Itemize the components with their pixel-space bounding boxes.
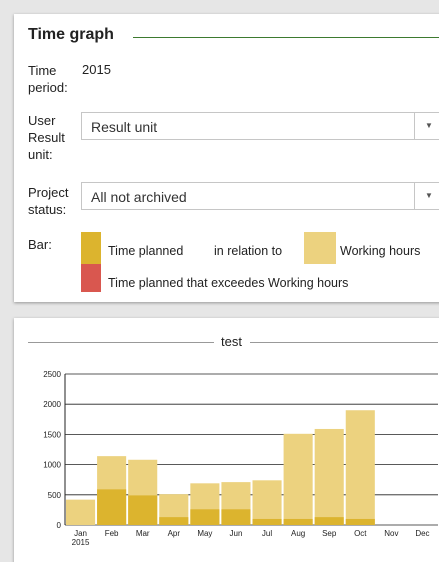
section-title-rule xyxy=(133,37,439,38)
planned-bar xyxy=(190,509,220,525)
working-hours-bar xyxy=(314,428,344,525)
caret-down-icon: ▼ xyxy=(425,191,433,200)
legend-exceeds: Time planned that exceedes Working hours xyxy=(108,276,349,290)
x-tick-label: Jan xyxy=(74,529,87,538)
y-tick-label: 1500 xyxy=(43,430,61,439)
y-tick-label: 500 xyxy=(48,491,62,500)
planned-bar xyxy=(97,489,127,525)
section-title: Time graph xyxy=(28,26,114,43)
time-period-value: 2015 xyxy=(82,62,111,77)
planned-bar xyxy=(128,495,158,525)
x-tick-label: Jul xyxy=(262,529,272,538)
project-status-label-line: status: xyxy=(28,202,67,217)
chart-panel: test 0 500 1000 1500 2000 2500 Jan Feb Mar Apr May… xyxy=(14,318,439,562)
time-graph-chart: 0 500 1000 1500 2000 2500 Jan Feb Mar Apr May Jun Ju… xyxy=(43,370,438,547)
time-period-label-line: Time xyxy=(28,63,57,78)
x-tick-sublabel: 2015 xyxy=(72,538,90,547)
y-tick-label: 2500 xyxy=(43,370,61,379)
x-tick-label: Jun xyxy=(230,529,243,538)
x-tick-label: Aug xyxy=(291,529,305,538)
planned-bar xyxy=(252,518,282,525)
x-tick-label: Oct xyxy=(354,529,367,538)
planned-bar xyxy=(283,518,313,525)
bar-label: Bar: xyxy=(28,237,52,252)
x-tick-label: May xyxy=(197,529,212,538)
time-period-label-line: period: xyxy=(28,80,68,95)
user-result-unit-dropdown-button[interactable]: ▼ xyxy=(414,113,439,139)
y-tick-label: 2000 xyxy=(43,400,61,409)
project-status-select[interactable]: All not archived ▼ xyxy=(81,182,439,210)
project-status-value: All not archived xyxy=(91,189,187,205)
user-result-unit-label-line: unit: xyxy=(28,147,53,162)
working-hours-bar xyxy=(345,410,375,525)
planned-bar xyxy=(159,517,189,525)
x-tick-label: Apr xyxy=(168,529,181,538)
legend-planned: Time planned xyxy=(108,244,184,258)
time-period-label: Time period: xyxy=(28,62,68,96)
y-tick-label: 0 xyxy=(57,521,62,530)
project-status-label: Project status: xyxy=(28,184,68,218)
working-hours-bar xyxy=(283,433,313,525)
working-hours-bar xyxy=(66,499,96,525)
project-status-dropdown-button[interactable]: ▼ xyxy=(414,183,439,209)
planned-bar xyxy=(221,509,251,525)
working-hours-bar xyxy=(252,480,282,525)
x-tick-label: Dec xyxy=(415,529,429,538)
caret-down-icon: ▼ xyxy=(425,121,433,130)
planned-bar xyxy=(314,517,344,525)
user-result-unit-label: User Result unit: xyxy=(28,112,65,163)
legend-working-hours: Working hours xyxy=(340,244,421,258)
x-tick-label: Nov xyxy=(384,529,398,538)
x-tick-label: Mar xyxy=(136,529,150,538)
user-result-unit-value: Result unit xyxy=(91,119,158,135)
planned-color-swatch xyxy=(81,232,101,264)
x-tick-label: Sep xyxy=(322,529,337,538)
working-hours-color-swatch xyxy=(304,232,336,264)
exceeds-color-swatch xyxy=(81,264,101,292)
user-result-unit-label-line: Result xyxy=(28,130,65,145)
y-tick-label: 1000 xyxy=(43,461,61,470)
user-result-unit-label-line: User xyxy=(28,113,56,128)
time-graph-settings-panel: Time graph Time period: 2015 User Result… xyxy=(14,14,439,302)
x-tick-label: Feb xyxy=(105,529,119,538)
legend-in-relation-to: in relation to xyxy=(214,244,283,258)
planned-bar xyxy=(345,518,375,525)
project-status-label-line: Project xyxy=(28,185,69,200)
user-result-unit-select[interactable]: Result unit ▼ xyxy=(81,112,439,140)
